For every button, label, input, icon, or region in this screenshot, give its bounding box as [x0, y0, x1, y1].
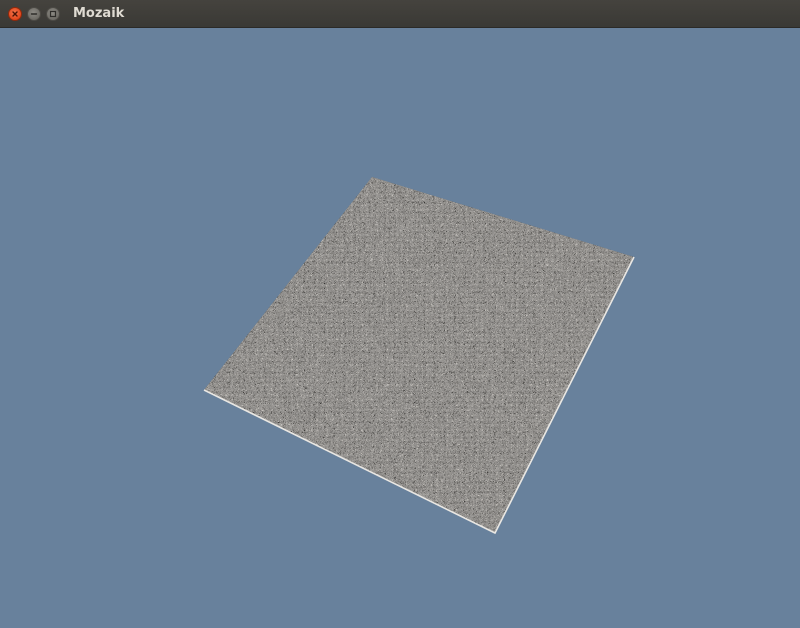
render-viewport[interactable] — [0, 28, 800, 628]
window-title: Mozaik — [73, 6, 125, 21]
close-button[interactable] — [8, 7, 22, 21]
maximize-icon — [49, 10, 57, 18]
maximize-button[interactable] — [46, 7, 60, 21]
minimize-button[interactable] — [27, 7, 41, 21]
title-bar[interactable]: Mozaik — [0, 0, 800, 28]
scene-canvas — [0, 28, 800, 628]
close-icon — [12, 11, 18, 17]
app-window: Mozaik — [0, 0, 800, 628]
minimize-icon — [30, 13, 38, 15]
